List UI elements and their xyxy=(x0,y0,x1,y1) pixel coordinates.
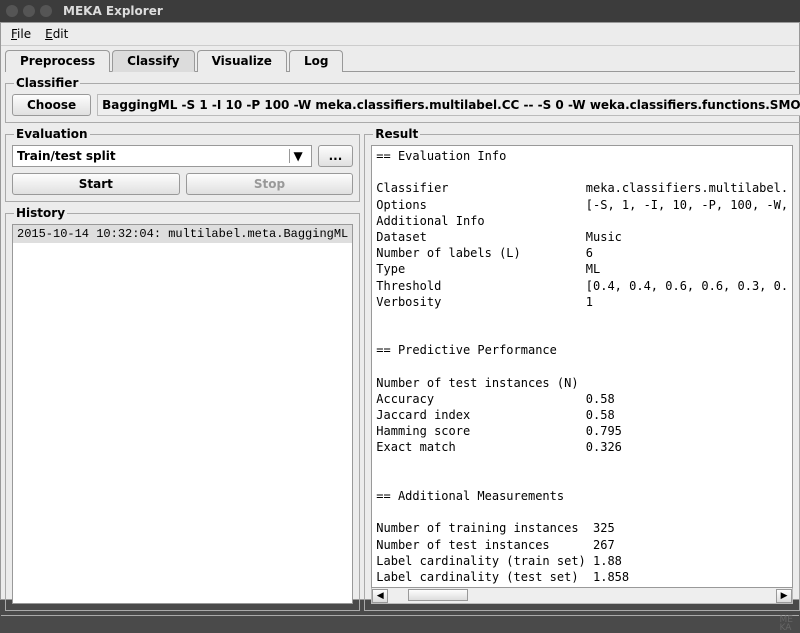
evaluation-method-value: Train/test split xyxy=(17,149,116,163)
scroll-left-icon[interactable]: ◀ xyxy=(372,589,388,603)
classifier-group: Classifier Choose BaggingML -S 1 -I 10 -… xyxy=(5,76,800,123)
evaluation-options-button[interactable]: ... xyxy=(318,145,354,167)
result-group: Result == Evaluation Info Classifier mek… xyxy=(364,127,800,611)
start-button[interactable]: Start xyxy=(12,173,180,195)
classifier-string[interactable]: BaggingML -S 1 -I 10 -P 100 -W meka.clas… xyxy=(97,94,800,116)
history-item[interactable]: 2015-10-14 10:32:04: multilabel.meta.Bag… xyxy=(13,225,352,243)
app-window: File Edit Preprocess Classify Visualize … xyxy=(0,22,800,600)
window-close-icon[interactable] xyxy=(6,5,18,17)
meka-logo: ME KA xyxy=(780,616,793,632)
menu-edit[interactable]: Edit xyxy=(39,25,74,43)
history-list[interactable]: 2015-10-14 10:32:04: multilabel.meta.Bag… xyxy=(12,224,353,604)
evaluation-group-label: Evaluation xyxy=(14,127,90,141)
choose-classifier-button[interactable]: Choose xyxy=(12,94,91,116)
tab-preprocess[interactable]: Preprocess xyxy=(5,50,110,72)
menubar: File Edit xyxy=(1,23,799,46)
window-maximize-icon[interactable] xyxy=(40,5,52,17)
stop-button: Stop xyxy=(186,173,354,195)
menu-file[interactable]: File xyxy=(5,25,37,43)
window-minimize-icon[interactable] xyxy=(23,5,35,17)
tab-bar: Preprocess Classify Visualize Log xyxy=(1,46,799,71)
chevron-down-icon: ▼ xyxy=(289,149,307,163)
tab-content: Classifier Choose BaggingML -S 1 -I 10 -… xyxy=(1,72,799,615)
window-title: MEKA Explorer xyxy=(63,4,163,18)
history-group-label: History xyxy=(14,206,67,220)
result-text[interactable]: == Evaluation Info Classifier meka.class… xyxy=(371,145,793,588)
tab-visualize[interactable]: Visualize xyxy=(197,50,287,72)
result-hscrollbar[interactable]: ◀ ▶ xyxy=(371,588,793,604)
titlebar: MEKA Explorer xyxy=(0,0,800,22)
tab-classify[interactable]: Classify xyxy=(112,50,194,72)
evaluation-method-select[interactable]: Train/test split ▼ xyxy=(12,145,312,167)
tab-log[interactable]: Log xyxy=(289,50,343,72)
classifier-group-label: Classifier xyxy=(14,76,80,90)
evaluation-group: Evaluation Train/test split ▼ ... Start … xyxy=(5,127,360,202)
scroll-thumb[interactable] xyxy=(408,589,468,601)
statusbar: ME KA xyxy=(1,615,799,632)
result-group-label: Result xyxy=(373,127,420,141)
scroll-track[interactable] xyxy=(388,589,776,603)
history-group: History 2015-10-14 10:32:04: multilabel.… xyxy=(5,206,360,611)
scroll-right-icon[interactable]: ▶ xyxy=(776,589,792,603)
